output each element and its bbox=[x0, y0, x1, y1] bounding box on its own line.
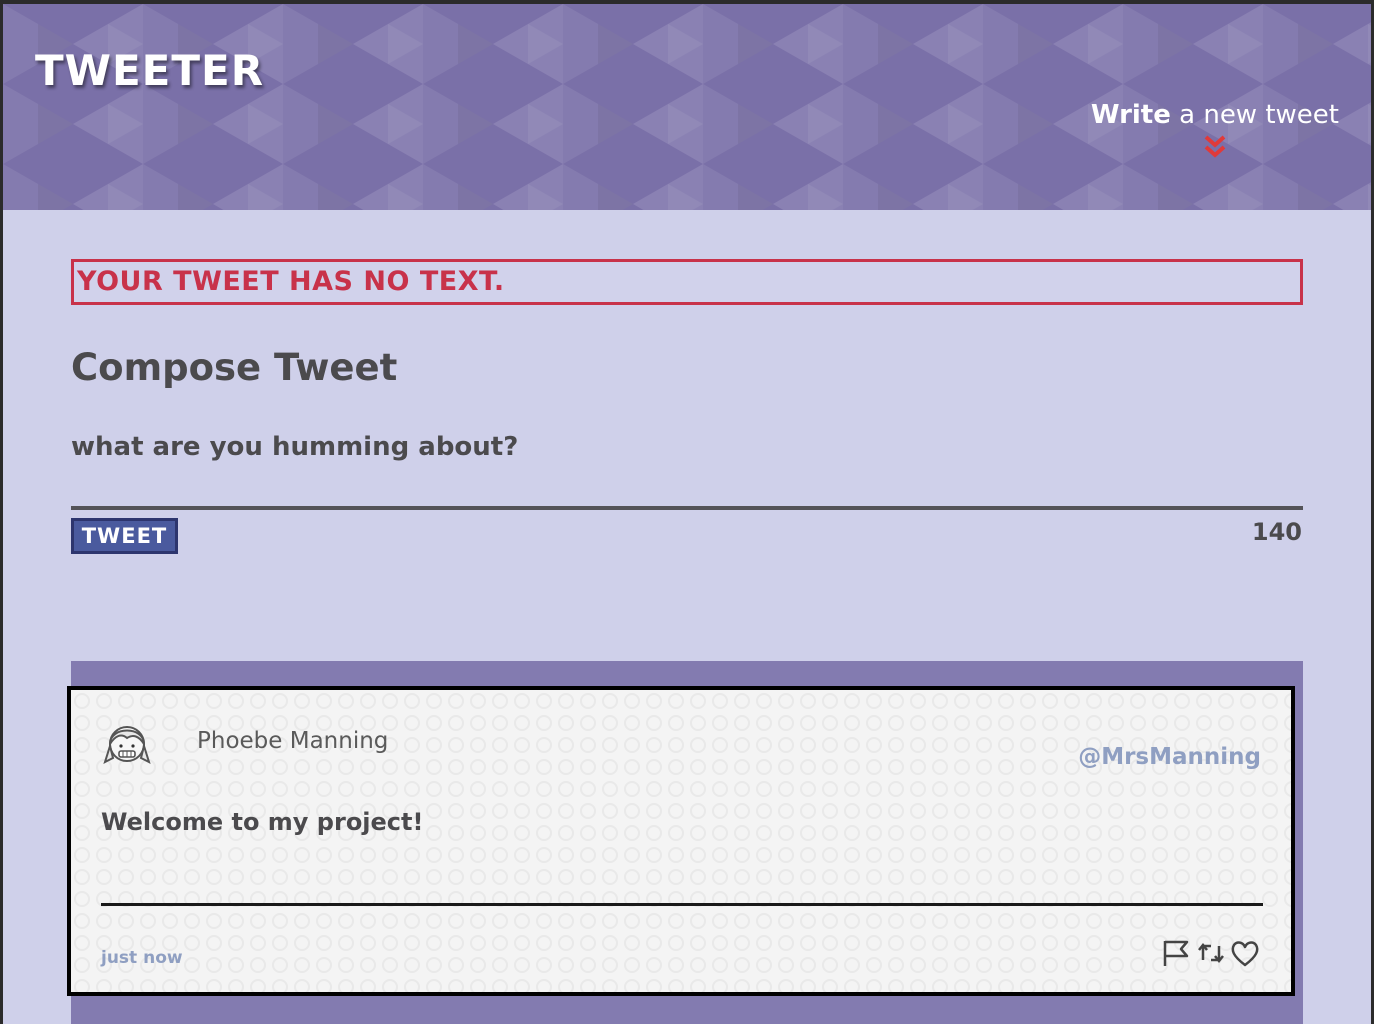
character-counter: 140 bbox=[1251, 518, 1302, 546]
tweet-author-name: Phoebe Manning bbox=[197, 728, 389, 754]
tweet-text: Welcome to my project! bbox=[101, 808, 424, 836]
write-new-tweet-link[interactable]: Write a new tweet bbox=[1091, 100, 1339, 160]
compose-title: Compose Tweet bbox=[71, 346, 398, 389]
write-link-rest: a new tweet bbox=[1170, 100, 1339, 130]
brand-logo[interactable]: TWEETER bbox=[35, 46, 264, 95]
retweet-icon[interactable] bbox=[1195, 938, 1227, 968]
double-chevron-down-icon[interactable] bbox=[1202, 134, 1228, 160]
site-header: TWEETER Write a new tweet bbox=[0, 0, 1374, 210]
write-link-strong: Write bbox=[1090, 100, 1171, 130]
tweet-card: Phoebe Manning @MrsManning Welcome to my… bbox=[67, 686, 1295, 996]
girl-avatar-icon bbox=[103, 726, 151, 764]
tweet-timestamp: just now bbox=[101, 948, 183, 968]
tweet-textarea[interactable] bbox=[71, 428, 1303, 510]
tweet-author-handle: @MrsManning bbox=[1078, 744, 1261, 770]
flag-icon[interactable] bbox=[1161, 938, 1193, 968]
heart-icon[interactable] bbox=[1229, 938, 1261, 968]
tweet-actions bbox=[1161, 938, 1261, 968]
error-message: YOUR TWEET HAS NO TEXT. bbox=[71, 259, 1303, 305]
tweet-button[interactable]: TWEET bbox=[71, 518, 178, 554]
tweet-divider bbox=[101, 903, 1263, 906]
